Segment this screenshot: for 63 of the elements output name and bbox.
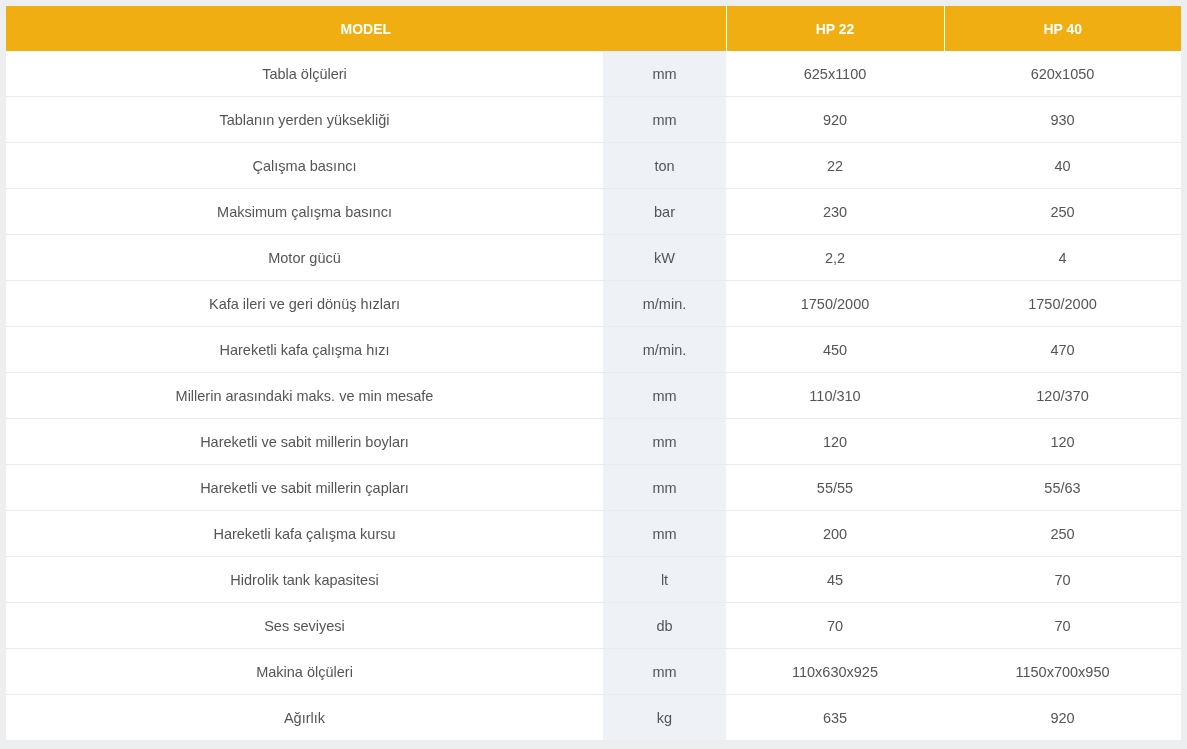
table-cell: 1150x700x950 [944,648,1181,695]
table-cell: 70 [726,602,944,649]
table-cell: 620x1050 [944,51,1181,97]
table-cell: Hareketli kafa çalışma kursu [6,510,603,557]
table-cell: 2,2 [726,234,944,281]
table-cell: 4 [944,234,1181,281]
table-cell: Kafa ileri ve geri dönüş hızları [6,280,603,327]
header-cell: HP 40 [944,6,1181,51]
table-cell: 200 [726,510,944,557]
header-cell: HP 22 [726,6,944,51]
table-cell: 55/55 [726,464,944,511]
table-cell: 110/310 [726,372,944,419]
table-cell: Motor gücü [6,234,603,281]
header-cell: MODEL [6,6,726,51]
unit-cell: mm [603,648,726,695]
unit-cell: m/min. [603,280,726,327]
unit-cell: mm [603,510,726,557]
table-cell: Hareketli ve sabit millerin boyları [6,418,603,465]
table-cell: Çalışma basıncı [6,142,603,189]
table-cell: Ses seviyesi [6,602,603,649]
table-cell: 250 [944,188,1181,235]
table-cell: Tablanın yerden yüksekliği [6,96,603,143]
unit-cell: mm [603,372,726,419]
table-cell: 55/63 [944,464,1181,511]
table-cell: Hidrolik tank kapasitesi [6,556,603,603]
table-cell: Ağırlık [6,694,603,740]
unit-cell: mm [603,464,726,511]
table-cell: 110x630x925 [726,648,944,695]
table-cell: Maksimum çalışma basıncı [6,188,603,235]
table-cell: 120 [726,418,944,465]
table-cell: 230 [726,188,944,235]
table-cell: 1750/2000 [726,280,944,327]
unit-cell: mm [603,96,726,143]
unit-cell: kW [603,234,726,281]
table-cell: 250 [944,510,1181,557]
unit-cell: db [603,602,726,649]
table-cell: 22 [726,142,944,189]
table-cell: 920 [726,96,944,143]
table-cell: Makina ölçüleri [6,648,603,695]
unit-cell: mm [603,51,726,97]
table-cell: 450 [726,326,944,373]
table-cell: 635 [726,694,944,740]
unit-cell: lt [603,556,726,603]
table-cell: 470 [944,326,1181,373]
table-cell: 120 [944,418,1181,465]
table-cell: Millerin arasındaki maks. ve min mesafe [6,372,603,419]
table-cell: 120/370 [944,372,1181,419]
unit-cell: mm [603,418,726,465]
table-cell: 45 [726,556,944,603]
unit-cell: m/min. [603,326,726,373]
table-cell: 625x1100 [726,51,944,97]
table-cell: 1750/2000 [944,280,1181,327]
table-cell: Hareketli kafa çalışma hızı [6,326,603,373]
table-cell: 930 [944,96,1181,143]
unit-cell: ton [603,142,726,189]
unit-cell: bar [603,188,726,235]
unit-cell: kg [603,694,726,740]
table-cell: Hareketli ve sabit millerin çapları [6,464,603,511]
table-cell: Tabla ölçüleri [6,51,603,97]
table-cell: 70 [944,556,1181,603]
table-cell: 70 [944,602,1181,649]
table-cell: 40 [944,142,1181,189]
table-cell: 920 [944,694,1181,740]
